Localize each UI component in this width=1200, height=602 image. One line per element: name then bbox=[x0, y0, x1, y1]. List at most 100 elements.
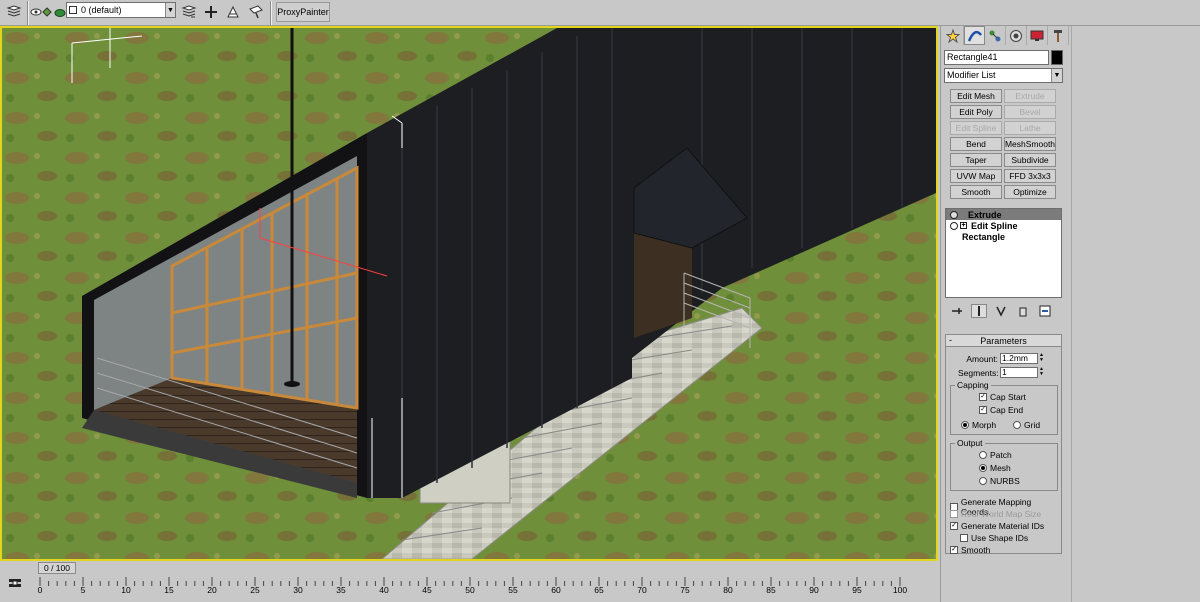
radio-selected-icon bbox=[961, 421, 969, 429]
make-unique-icon[interactable] bbox=[993, 304, 1009, 318]
stack-item-edit-spline[interactable]: + Edit Spline bbox=[946, 220, 1061, 231]
time-slider-track[interactable]: 0 / 100 bbox=[0, 561, 938, 575]
timeline-tick-label: 35 bbox=[336, 585, 346, 595]
edit-mesh-button[interactable]: Edit Mesh bbox=[950, 89, 1002, 103]
remove-modifier-icon[interactable] bbox=[1015, 304, 1031, 318]
layer-dropdown[interactable]: 0 (default) ▼ bbox=[66, 2, 176, 18]
chevron-down-icon[interactable]: ▼ bbox=[165, 3, 175, 17]
eye-icon[interactable] bbox=[30, 2, 42, 22]
toolbar-separator bbox=[27, 1, 29, 25]
configure-sets-icon[interactable] bbox=[1037, 304, 1053, 318]
tab-utilities[interactable] bbox=[1048, 26, 1069, 45]
teapot-icon[interactable] bbox=[53, 2, 67, 22]
timeline-tick-label: 90 bbox=[809, 585, 819, 595]
lathe-button[interactable]: Lathe bbox=[1004, 121, 1056, 135]
layers-icon[interactable] bbox=[4, 2, 24, 22]
timeline-tick-label: 85 bbox=[766, 585, 776, 595]
edit-poly-button[interactable]: Edit Poly bbox=[950, 105, 1002, 119]
display-monitor-icon bbox=[1030, 30, 1044, 41]
object-color-swatch[interactable] bbox=[1051, 50, 1063, 65]
stack-item-rectangle[interactable]: Rectangle bbox=[946, 231, 1061, 242]
modifier-stack[interactable]: Extrude + Edit Spline Rectangle bbox=[945, 208, 1062, 298]
lightbulb-icon[interactable] bbox=[950, 221, 958, 230]
parameters-rollout-header[interactable]: - Parameters bbox=[946, 335, 1061, 347]
use-shape-ids-checkbox[interactable]: Use Shape IDs bbox=[960, 533, 1028, 543]
perspective-viewport[interactable] bbox=[0, 26, 938, 561]
ffd-button[interactable]: FFD 3x3x3 bbox=[1004, 169, 1056, 183]
tab-create[interactable] bbox=[943, 26, 964, 45]
grid-radio[interactable]: Grid bbox=[1013, 420, 1040, 430]
cap-start-checkbox[interactable]: ✓ Cap Start bbox=[979, 392, 1026, 402]
timeline-tick-label: 10 bbox=[121, 585, 131, 595]
create-layer-icon[interactable] bbox=[201, 2, 221, 22]
spinner-arrows-icon[interactable]: ▲ ▼ bbox=[1039, 353, 1045, 364]
proxypainter-button[interactable]: ProxyPainter bbox=[276, 2, 330, 22]
output-title: Output bbox=[955, 438, 985, 448]
select-in-layer-icon[interactable] bbox=[223, 2, 243, 22]
bend-button[interactable]: Bend bbox=[950, 137, 1002, 151]
freeze-icon[interactable] bbox=[42, 2, 52, 22]
nurbs-label: NURBS bbox=[990, 476, 1020, 486]
generate-material-ids-checkbox[interactable]: ✓ Generate Material IDs bbox=[950, 521, 1044, 531]
pin-stack-icon[interactable] bbox=[949, 304, 965, 318]
radio-empty-icon bbox=[979, 451, 987, 459]
stack-toolbar bbox=[945, 302, 1062, 320]
segments-row: Segments: 1 ▲ ▼ bbox=[958, 367, 1045, 378]
smooth-checkbox[interactable]: ✓ Smooth bbox=[950, 545, 990, 555]
time-slider-thumb[interactable]: 0 / 100 bbox=[38, 562, 76, 574]
expand-plus-icon[interactable]: + bbox=[960, 222, 967, 229]
timeline[interactable]: 0 5 10 15 20 25 30 35 40 45 50 55 60 65 70 75 80 85 90 95 10… bbox=[0, 575, 938, 602]
radio-empty-icon bbox=[1013, 421, 1021, 429]
uvw-map-button[interactable]: UVW Map bbox=[950, 169, 1002, 183]
tab-display[interactable] bbox=[1027, 26, 1048, 45]
tab-hierarchy[interactable] bbox=[985, 26, 1006, 45]
optimize-button[interactable]: Optimize bbox=[1004, 185, 1056, 199]
nurbs-radio[interactable]: NURBS bbox=[979, 476, 1020, 486]
stack-item-extrude[interactable]: Extrude bbox=[946, 209, 1061, 220]
motion-icon bbox=[1010, 29, 1022, 42]
tab-modify[interactable] bbox=[964, 26, 985, 45]
modifier-list-dropdown[interactable]: Modifier List ▼ bbox=[944, 68, 1063, 83]
timeline-tick-label: 45 bbox=[422, 585, 432, 595]
timeline-tick-label: 75 bbox=[680, 585, 690, 595]
cap-end-checkbox[interactable]: ✓ Cap End bbox=[979, 405, 1023, 415]
timeline-tick-label: 30 bbox=[293, 585, 303, 595]
real-world-map-label: Real-World Map Size bbox=[961, 509, 1042, 519]
layer-manager-icon[interactable] bbox=[179, 2, 199, 22]
patch-radio[interactable]: Patch bbox=[979, 450, 1012, 460]
mesh-radio[interactable]: Mesh bbox=[979, 463, 1011, 473]
set-current-layer-icon[interactable] bbox=[246, 2, 266, 22]
timeline-tick-label: 65 bbox=[594, 585, 604, 595]
meshsmooth-button[interactable]: MeshSmooth bbox=[1004, 137, 1056, 151]
radio-selected-icon bbox=[979, 464, 987, 472]
max-window: 0 (default) ▼ ProxyPainter Rectangle41 M… bbox=[0, 0, 1200, 602]
amount-spinner[interactable]: 1.2mm bbox=[1000, 353, 1038, 364]
real-world-map-checkbox[interactable]: Real-World Map Size bbox=[950, 509, 1041, 519]
extrude-button[interactable]: Extrude bbox=[1004, 89, 1056, 103]
amount-label: Amount: bbox=[966, 353, 998, 364]
chevron-down-icon[interactable]: ▼ bbox=[1051, 69, 1062, 82]
tab-motion[interactable] bbox=[1006, 26, 1027, 45]
edit-spline-button[interactable]: Edit Spline bbox=[950, 121, 1002, 135]
utilities-hammer-icon bbox=[1054, 29, 1062, 42]
morph-radio[interactable]: Morph bbox=[961, 420, 996, 430]
cap-end-label: Cap End bbox=[990, 405, 1024, 415]
smooth-button[interactable]: Smooth bbox=[950, 185, 1002, 199]
taper-button[interactable]: Taper bbox=[950, 153, 1002, 167]
checkbox-checked-icon: ✓ bbox=[950, 546, 958, 554]
timeline-tick-label: 25 bbox=[250, 585, 260, 595]
spinner-arrows-icon[interactable]: ▲ ▼ bbox=[1039, 367, 1045, 378]
lightbulb-icon[interactable] bbox=[950, 210, 958, 219]
subdivide-button[interactable]: Subdivide bbox=[1004, 153, 1056, 167]
parameters-rollout: - Parameters Amount: 1.2mm ▲ ▼ Segments: … bbox=[945, 334, 1062, 555]
checkbox-checked-icon: ✓ bbox=[979, 393, 987, 401]
capping-title: Capping bbox=[955, 380, 991, 390]
show-end-result-icon[interactable] bbox=[971, 304, 987, 318]
object-name-field[interactable]: Rectangle41 bbox=[944, 50, 1049, 65]
stack-item-label: Extrude bbox=[968, 209, 1002, 220]
parameters-title: Parameters bbox=[980, 335, 1027, 346]
checkbox-empty-icon bbox=[950, 510, 958, 518]
layer-dropdown-value: 0 (default) bbox=[81, 5, 122, 15]
segments-spinner[interactable]: 1 bbox=[1000, 367, 1038, 378]
bevel-button[interactable]: Bevel bbox=[1004, 105, 1056, 119]
